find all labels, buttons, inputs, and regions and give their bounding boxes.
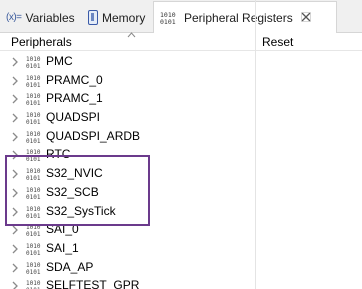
- tree-row[interactable]: 1010 0101 PRAMC_1: [0, 89, 362, 108]
- svg-text:0101: 0101: [26, 82, 41, 88]
- peripheral-icon: 10100101: [26, 74, 44, 89]
- chevron-right-icon[interactable]: [11, 243, 19, 254]
- tree-row[interactable]: 1010 0101 PRAMC_0: [0, 71, 362, 90]
- tab-memory-label: Memory: [102, 10, 146, 25]
- peripheral-icon: 10100101: [26, 279, 44, 289]
- memory-icon: [88, 10, 98, 25]
- tree-row[interactable]: 1010 0101 QUADSPI: [0, 108, 362, 127]
- peripheral-icon: 10100101: [26, 111, 44, 126]
- tab-memory[interactable]: Memory: [81, 2, 153, 33]
- peripheral-icon: 10100101: [26, 92, 44, 107]
- svg-text:1010: 1010: [26, 56, 41, 63]
- tree-row[interactable]: 10100101SELFTEST_GPR: [0, 276, 362, 289]
- chevron-right-icon[interactable]: [11, 75, 19, 86]
- variables-icon: (x)=: [6, 12, 22, 23]
- chevron-right-icon[interactable]: [11, 112, 19, 123]
- chevron-right-icon[interactable]: [11, 262, 19, 273]
- peripheral-registers-icon: 1010 0101: [160, 11, 180, 25]
- svg-text:0101: 0101: [160, 18, 176, 25]
- svg-text:0101: 0101: [26, 63, 41, 69]
- tab-peripheral-registers-label: Peripheral Registers: [184, 10, 293, 25]
- tree-row[interactable]: 1010 0101 QUADSPI_ARDB: [0, 127, 362, 146]
- tab-variables-label: Variables: [25, 10, 75, 25]
- svg-text:1010: 1010: [26, 112, 41, 119]
- svg-text:0101: 0101: [26, 231, 41, 237]
- svg-text:1010: 1010: [26, 243, 41, 250]
- svg-text:0101: 0101: [26, 138, 41, 144]
- svg-text:0101: 0101: [26, 119, 41, 125]
- peripheral-label: QUADSPI_ARDB: [46, 128, 141, 143]
- peripheral-label: SELFTEST_GPR: [46, 278, 140, 289]
- svg-text:0101: 0101: [26, 250, 41, 256]
- highlight-annotation-box: [5, 155, 150, 226]
- chevron-right-icon[interactable]: [11, 280, 19, 289]
- peripheral-icon: 10100101: [26, 242, 44, 257]
- svg-text:0101: 0101: [26, 100, 41, 106]
- peripheral-icon: 10100101: [26, 261, 44, 276]
- peripheral-label: SAI_1: [46, 240, 79, 255]
- peripheral-label: SDA_AP: [46, 259, 94, 274]
- peripheral-label: PMC: [46, 54, 73, 68]
- peripheral-label: QUADSPI: [46, 110, 101, 125]
- tab-peripheral-registers[interactable]: 1010 0101 Peripheral Registers: [153, 1, 337, 33]
- svg-text:1010: 1010: [26, 131, 41, 138]
- view-tab-bar: (x)= Variables Memory 1010 0101 Peripher…: [0, 0, 362, 33]
- svg-text:1010: 1010: [26, 262, 41, 269]
- tree-row[interactable]: 1010 0101 SDA_AP: [0, 258, 362, 277]
- tree-row[interactable]: 1010 0101 PMC: [0, 52, 362, 71]
- peripheral-label: PRAMC_1: [46, 91, 103, 106]
- column-header-reset[interactable]: Reset: [262, 35, 293, 49]
- tree-row[interactable]: 1010 0101 SAI_1: [0, 239, 362, 258]
- sort-ascending-icon: [127, 30, 136, 40]
- column-header-peripherals[interactable]: Peripherals: [11, 35, 72, 49]
- chevron-right-icon[interactable]: [11, 131, 19, 142]
- tab-variables[interactable]: (x)= Variables: [0, 2, 80, 33]
- peripheral-icon: 10100101: [26, 130, 44, 145]
- chevron-right-icon[interactable]: [11, 93, 19, 104]
- tree-header: Peripherals Reset: [0, 33, 362, 51]
- svg-text:1010: 1010: [26, 93, 41, 100]
- peripheral-label: PRAMC_0: [46, 72, 103, 87]
- close-tab-icon[interactable]: [300, 11, 311, 25]
- svg-text:1010: 1010: [26, 75, 41, 82]
- chevron-right-icon[interactable]: [11, 56, 19, 67]
- peripheral-icon: 10100101: [26, 55, 44, 70]
- svg-text:0101: 0101: [26, 269, 41, 275]
- svg-text:1010: 1010: [26, 280, 41, 287]
